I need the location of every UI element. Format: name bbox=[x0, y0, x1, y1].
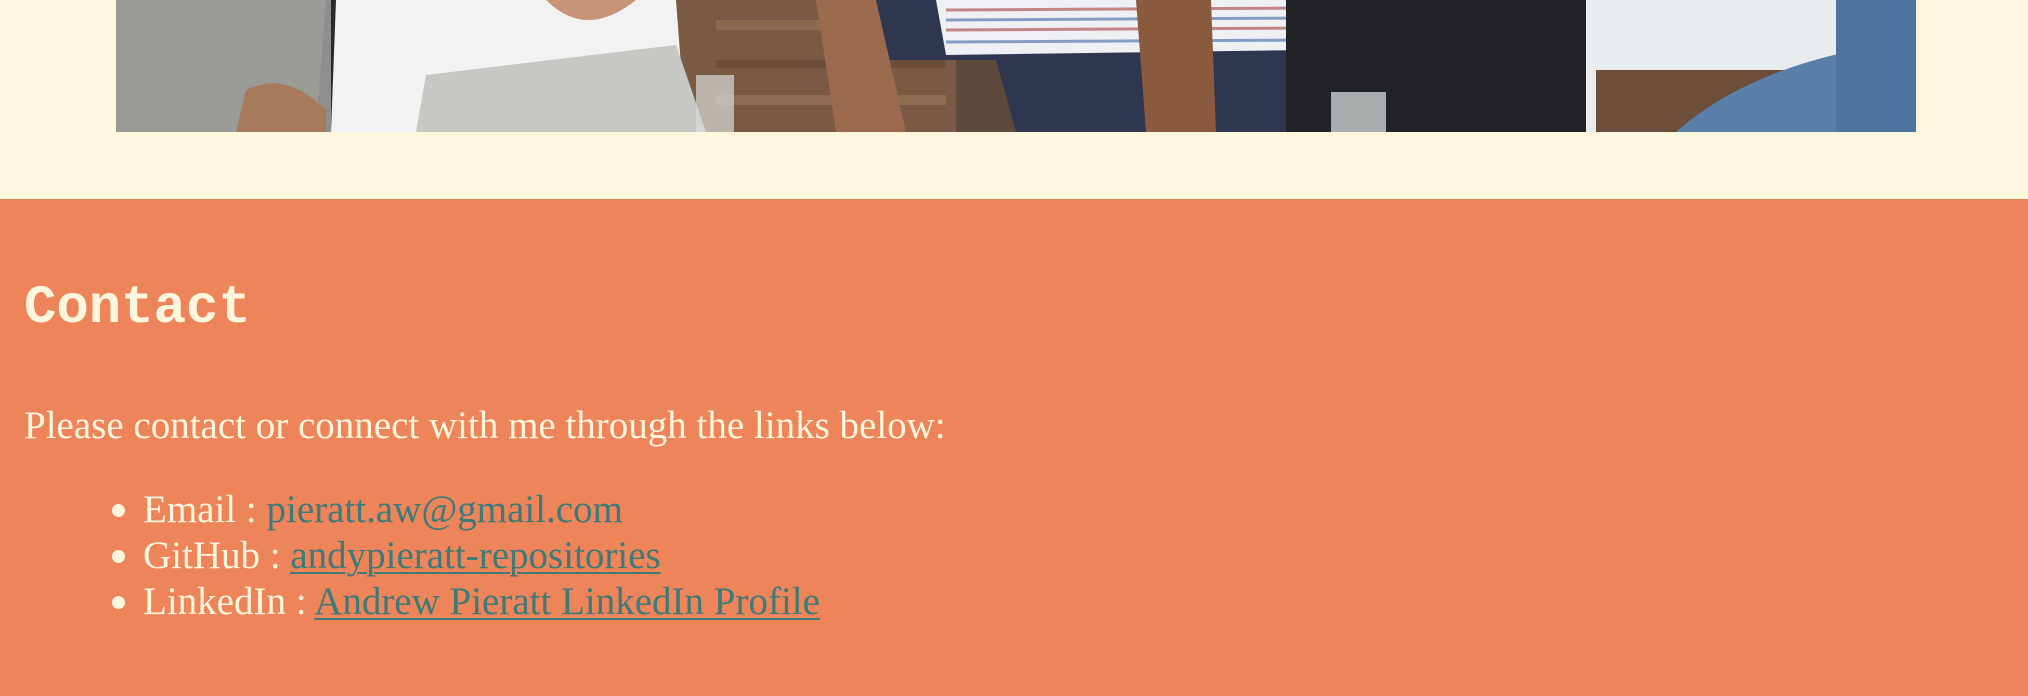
bullet-icon bbox=[112, 596, 125, 609]
linkedin-label: LinkedIn : bbox=[143, 580, 307, 623]
email-link[interactable]: pieratt.aw@gmail.com bbox=[266, 488, 622, 531]
contact-item-linkedin: LinkedIn : Andrew Pieratt LinkedIn Profi… bbox=[0, 579, 820, 625]
contact-item-email: Email : pieratt.aw@gmail.com bbox=[0, 487, 820, 533]
bullet-icon bbox=[112, 550, 125, 563]
linkedin-link[interactable]: Andrew Pieratt LinkedIn Profile bbox=[314, 580, 820, 623]
team-meeting-photo bbox=[116, 0, 1916, 132]
top-section bbox=[0, 0, 2028, 199]
bullet-icon bbox=[112, 504, 125, 517]
github-link[interactable]: andypieratt-repositories bbox=[290, 534, 660, 577]
contact-intro-text: Please contact or connect with me throug… bbox=[24, 404, 946, 447]
github-label: GitHub : bbox=[143, 534, 281, 577]
contact-heading: Contact bbox=[24, 278, 251, 339]
contact-section: Contact Please contact or connect with m… bbox=[0, 199, 2028, 696]
email-label: Email : bbox=[143, 488, 257, 531]
contact-links-list: Email : pieratt.aw@gmail.com GitHub : an… bbox=[0, 487, 820, 625]
contact-item-github: GitHub : andypieratt-repositories bbox=[0, 533, 820, 579]
team-meeting-photo-drawing bbox=[116, 0, 1916, 132]
